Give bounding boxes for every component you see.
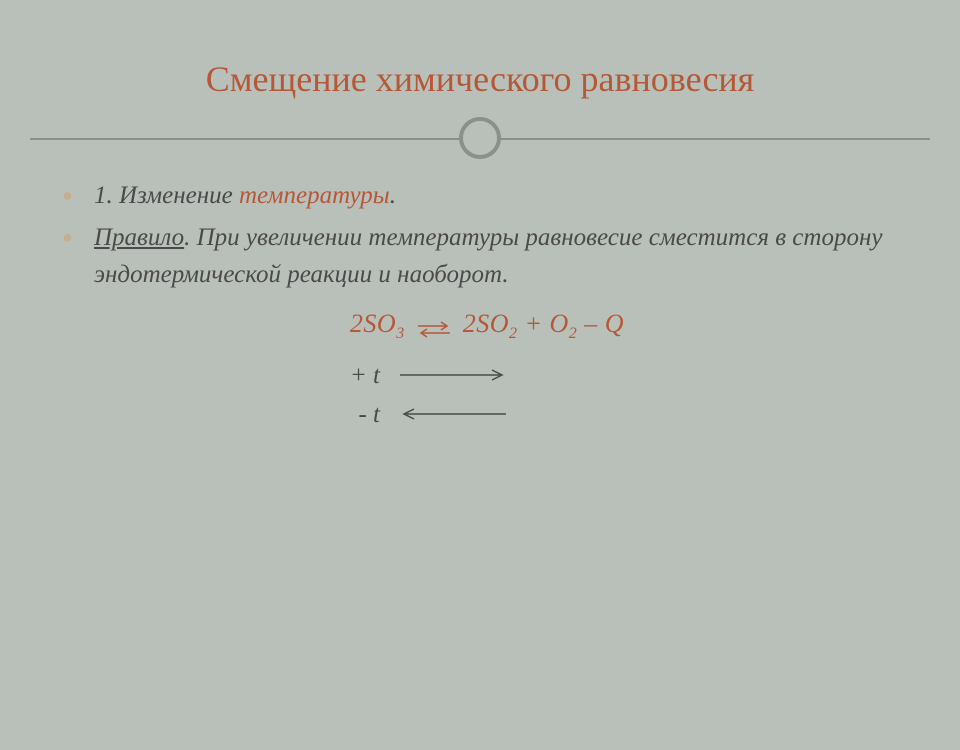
equilibrium-arrow-icon — [416, 316, 452, 336]
bullet2-rule-label: Правило — [94, 224, 184, 251]
eq-right-a: 2SO — [463, 309, 509, 338]
divider-circle-icon — [459, 117, 501, 159]
bullet-item-2: Правило. При увеличении температуры равн… — [84, 220, 890, 293]
divider — [30, 118, 930, 158]
eq-plus1: + O — [517, 309, 568, 338]
chemical-equation: 2SO3 2SO2 + O2 – Q — [84, 309, 890, 343]
bullet1-highlight: температуры — [239, 182, 390, 209]
temp-row-minus: - t — [344, 396, 890, 435]
eq-left-sub: 3 — [396, 325, 405, 342]
bullet1-prefix: 1. Изменение — [94, 182, 239, 209]
temp-row-plus: + t — [344, 357, 890, 396]
temperature-rows: + t - t — [84, 357, 890, 435]
content-area: 1. Изменение температуры. Правило. При у… — [30, 168, 930, 434]
temp-minus-label: - t — [344, 396, 380, 435]
eq-left: 2SO — [350, 309, 396, 338]
arrow-right-icon — [398, 357, 508, 396]
slide-title: Смещение химического равновесия — [30, 30, 930, 118]
eq-tail: – Q — [577, 309, 624, 338]
temp-plus-label: + t — [344, 357, 380, 396]
slide: Смещение химического равновесия 1. Измен… — [30, 30, 930, 690]
bullet2-rest: . При увеличении температуры равновесие … — [94, 224, 882, 287]
bullet-item-1: 1. Изменение температуры. — [84, 178, 890, 214]
arrow-left-icon — [398, 396, 508, 435]
bullet1-suffix: . — [390, 182, 396, 209]
